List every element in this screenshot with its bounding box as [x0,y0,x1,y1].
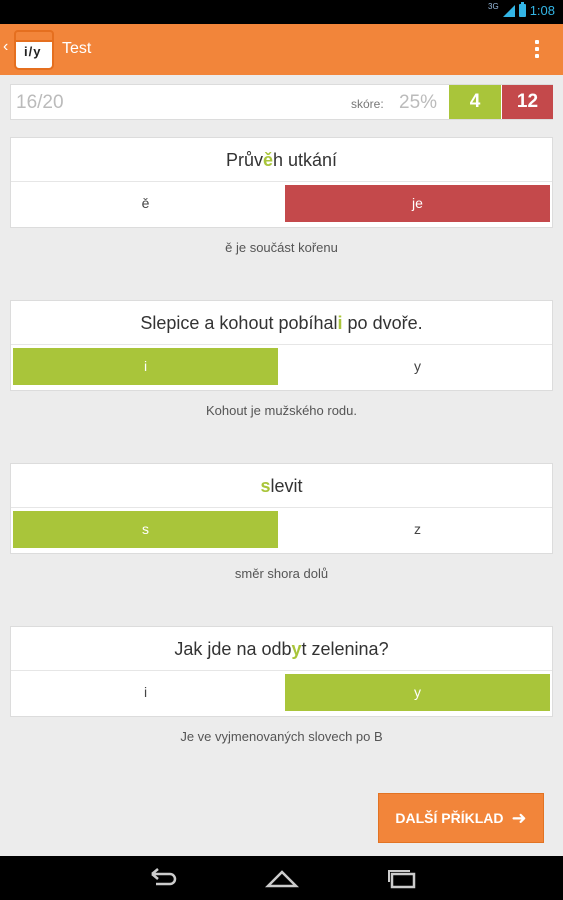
answer-option-right[interactable]: y [285,348,550,385]
answer-option-left[interactable]: s [13,511,278,548]
chevron-left-icon[interactable]: ‹ [3,38,8,56]
answer-option-left[interactable]: i [13,348,278,385]
progress-counter: 16/20 [16,92,64,113]
question-text: Průvěh utkání [11,138,552,182]
score-bar: 16/20 skóre: 25% 4 12 [10,84,553,120]
question-card: slevit s z [10,463,553,554]
clock: 1:08 [529,3,555,18]
network-type: 3G [488,2,499,11]
question-text: slevit [11,464,552,508]
explanation-text: ě je součást kořenu [225,240,338,255]
next-button-label: DALŠÍ PŘÍKLAD [395,810,504,826]
next-question-button[interactable]: DALŠÍ PŘÍKLAD ➜ [378,793,544,843]
highlighted-letter: ě [262,150,273,170]
explanation-text: Kohout je mužského rodu. [205,403,358,418]
highlighted-letter: s [260,476,271,496]
highlighted-letter: y [291,639,302,659]
action-bar: ‹ i/y Test [0,24,563,75]
explanation-text: Je ve vyjmenovaných slovech po B [180,729,383,744]
battery-icon [518,2,526,17]
score-label: skóre: [351,97,384,111]
explanation-text: směr shora dolů [234,566,329,581]
signal-icon [502,4,515,17]
back-icon[interactable] [144,866,180,890]
answer-option-right[interactable]: z [285,511,550,548]
answer-option-right[interactable]: y [285,674,550,711]
question-card: Průvěh utkání ě je [10,137,553,228]
system-nav-bar [0,856,563,900]
overflow-menu-icon[interactable] [535,40,539,60]
status-bar: 3G 1:08 [0,0,563,24]
wrong-count-badge: 12 [502,85,553,119]
question-text: Slepice a kohout pobíhali po dvoře. [11,301,552,345]
home-icon[interactable] [264,866,300,890]
score-percent: 25% [399,92,438,113]
arrow-right-icon: ➜ [511,807,527,828]
question-card: Jak jde na odbyt zelenina? i y [10,626,553,717]
correct-count-badge: 4 [449,85,501,119]
answer-option-right[interactable]: je [285,185,550,222]
answer-option-left[interactable]: i [13,674,278,711]
page-title: Test [62,40,92,57]
question-card: Slepice a kohout pobíhali po dvoře. i y [10,300,553,391]
app-logo[interactable]: i/y [14,30,54,70]
answer-option-left[interactable]: ě [13,185,278,222]
recent-apps-icon[interactable] [384,866,420,890]
logo-text: i/y [24,44,42,59]
question-text: Jak jde na odbyt zelenina? [11,627,552,671]
